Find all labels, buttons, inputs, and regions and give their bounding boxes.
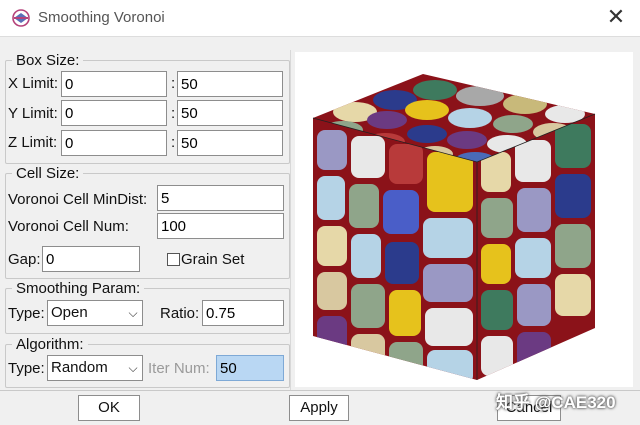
smoothing-param-legend: Smoothing Param: — [16, 280, 141, 297]
z-limit-max-input[interactable] — [177, 130, 283, 156]
title-bar: Smoothing Voronoi ✕ — [0, 0, 640, 37]
cell-num-input[interactable] — [157, 213, 284, 239]
x-limit-colon: : — [171, 75, 176, 92]
ratio-input[interactable] — [202, 300, 284, 326]
y-limit-min-input[interactable] — [61, 100, 167, 126]
cell-num-label: Voronoi Cell Num: — [8, 218, 129, 235]
smoothing-type-label: Type: — [8, 305, 45, 322]
z-limit-min-input[interactable] — [61, 130, 167, 156]
chevron-down-icon: ⌵ — [128, 361, 138, 375]
gap-label: Gap: — [8, 251, 41, 268]
min-dist-label: Voronoi Cell MinDist: — [8, 191, 148, 208]
x-limit-max-input[interactable] — [177, 71, 283, 97]
close-icon[interactable]: ✕ — [604, 6, 628, 30]
dialog-window: Smoothing Voronoi ✕ Box Size: X Limit: :… — [0, 0, 640, 425]
min-dist-input[interactable] — [157, 185, 284, 211]
window-title: Smoothing Voronoi — [38, 9, 165, 26]
cell-size-legend: Cell Size: — [16, 165, 80, 182]
chevron-down-icon: ⌵ — [128, 306, 138, 320]
algorithm-type-value: Random — [51, 359, 108, 376]
ok-button[interactable]: OK — [78, 395, 140, 421]
x-limit-label: X Limit: — [8, 75, 59, 92]
watermark-text: 知乎 @CAE320 — [496, 393, 616, 412]
algorithm-type-label: Type: — [8, 360, 45, 377]
y-limit-max-input[interactable] — [177, 100, 283, 126]
z-limit-label: Z Limit: — [8, 134, 58, 151]
gap-input[interactable] — [42, 246, 140, 272]
algorithm-legend: Algorithm: — [16, 336, 84, 353]
voronoi-cube-graphic — [312, 74, 596, 380]
box-size-legend: Box Size: — [16, 52, 80, 69]
y-limit-label: Y Limit: — [8, 105, 58, 122]
y-limit-colon: : — [171, 105, 176, 122]
ratio-label: Ratio: — [160, 305, 200, 322]
x-limit-min-input[interactable] — [61, 71, 167, 97]
smoothing-type-value: Open — [51, 304, 88, 321]
iter-num-label: Iter Num: — [148, 360, 210, 377]
apply-button[interactable]: Apply — [289, 395, 349, 421]
grain-set-label: Grain Set — [181, 251, 245, 268]
app-logo-icon — [12, 9, 30, 27]
grain-set-checkbox[interactable] — [167, 253, 180, 266]
panel-divider — [290, 50, 291, 390]
z-limit-colon: : — [171, 134, 176, 151]
smoothing-type-select[interactable]: Open ⌵ — [47, 300, 143, 326]
voronoi-preview — [295, 52, 633, 387]
algorithm-type-select[interactable]: Random ⌵ — [47, 355, 143, 381]
iter-num-input[interactable] — [216, 355, 284, 381]
